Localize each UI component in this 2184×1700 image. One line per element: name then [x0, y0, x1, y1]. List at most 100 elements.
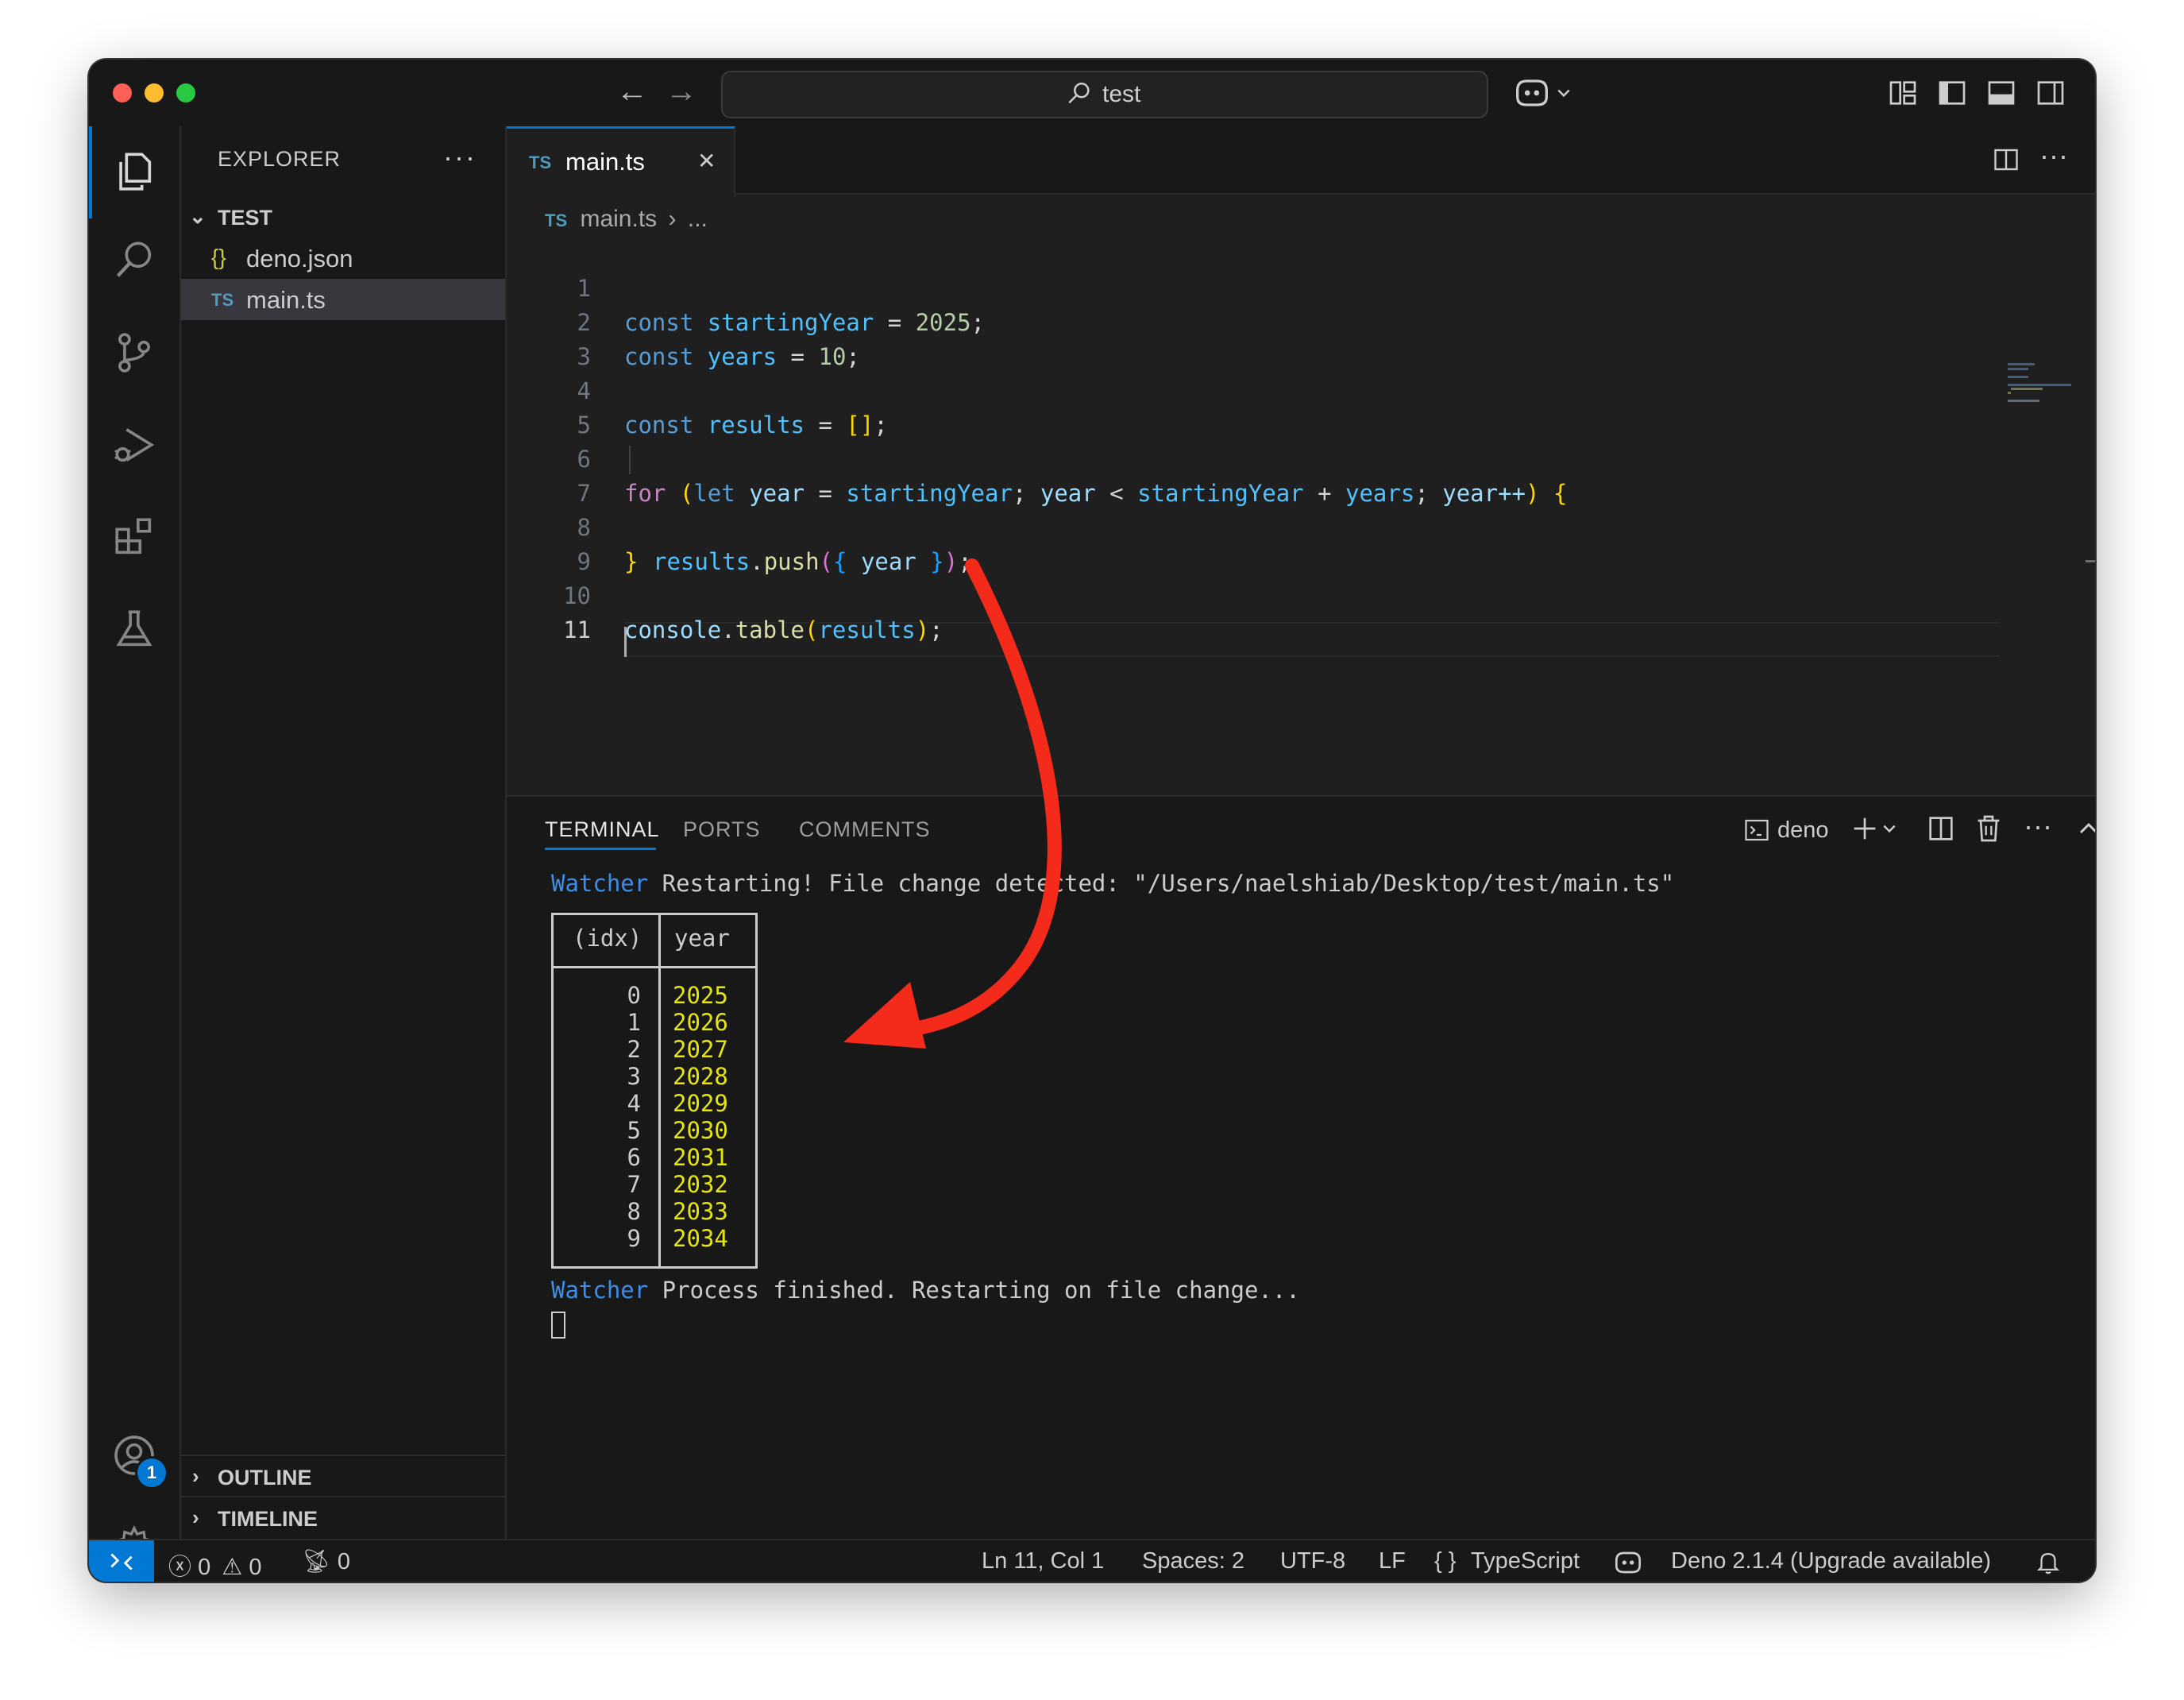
source-control-icon[interactable]	[111, 330, 157, 376]
chevron-down-icon[interactable]	[1555, 77, 1572, 109]
remote-indicator-button[interactable]	[89, 1540, 154, 1582]
typescript-file-icon: TS	[545, 211, 568, 230]
warning-icon: ⚠	[222, 1555, 243, 1580]
breadcrumb: TS main.ts › ...	[545, 206, 708, 233]
search-icon[interactable]	[111, 238, 157, 284]
typescript-file-icon: TS	[529, 153, 552, 172]
explorer-sidebar: EXPLORER ··· ⌄ TEST {} deno.json TS main…	[181, 126, 507, 1539]
code-line: 1 const startingYear = 2025;	[507, 238, 2000, 336]
active-indicator	[89, 126, 92, 218]
table-cell-year: 2032	[673, 1171, 728, 1198]
zoom-window-button[interactable]	[176, 83, 195, 102]
code-line: 4 const results = [];	[507, 340, 2000, 439]
table-cell-idx: 3	[627, 1063, 641, 1090]
code-line: 2 const years = 10;	[507, 272, 2000, 370]
panel-more-icon[interactable]: ···	[2024, 809, 2052, 843]
testing-icon[interactable]	[111, 606, 157, 652]
chevron-down-icon[interactable]	[1881, 813, 1898, 844]
outline-label: OUTLINE	[218, 1466, 312, 1489]
table-cell-year: 2031	[673, 1144, 728, 1171]
language-braces-icon: { }	[1434, 1548, 1457, 1574]
typescript-file-icon: TS	[211, 290, 234, 310]
table-cell-idx: 2	[627, 1036, 641, 1063]
breadcrumb-symbol[interactable]: ...	[688, 206, 708, 232]
sidebar-title: EXPLORER	[218, 147, 341, 171]
end-of-line[interactable]: LF	[1379, 1548, 1406, 1574]
problems-indicator[interactable]: ⓧ 0 ⚠ 0	[168, 1548, 261, 1582]
file-label: main.ts	[246, 286, 326, 314]
close-window-button[interactable]	[113, 83, 132, 102]
arrow-right-icon[interactable]: →	[666, 74, 697, 109]
new-terminal-icon[interactable]	[1849, 813, 1881, 844]
table-cell-year: 2026	[673, 1009, 728, 1036]
outline-section[interactable]: › OUTLINE	[181, 1455, 505, 1497]
tab-comments[interactable]: COMMENTS	[799, 817, 931, 842]
minimap[interactable]	[2000, 193, 2095, 795]
folder-test[interactable]: ⌄ TEST	[181, 199, 505, 236]
accounts-icon[interactable]: 1	[111, 1432, 168, 1489]
maximize-panel-chevron-up-icon[interactable]	[2073, 813, 2095, 844]
extensions-icon[interactable]	[111, 514, 157, 560]
finish-message: Process finished. Restarting on file cha…	[648, 1277, 1300, 1304]
sidebar-more-icon[interactable]: ···	[443, 141, 477, 174]
terminal-shell-label[interactable]: deno	[1777, 817, 1829, 844]
editor-more-icon[interactable]: ···	[2039, 139, 2068, 172]
tab-ports[interactable]: PORTS	[683, 817, 761, 842]
customize-layout-icon[interactable]	[1887, 77, 1919, 109]
code-line: 6 for (let year = startingYear; year < s…	[507, 408, 2000, 507]
encoding[interactable]: UTF-8	[1280, 1548, 1345, 1574]
code-line: 5	[507, 374, 2000, 439]
active-tab-underline	[545, 848, 656, 850]
watcher-label: Watcher	[551, 1277, 649, 1304]
command-center-search[interactable]: test	[721, 71, 1488, 118]
code-line: 10 console.table(results);	[507, 545, 2000, 643]
terminal-line-restart: Watcher Restarting! File change detected…	[551, 870, 1674, 897]
table-cell-idx: 4	[627, 1090, 641, 1117]
file-label: deno.json	[246, 245, 353, 272]
terminal-line-finished: Watcher Process finished. Restarting on …	[551, 1277, 1300, 1304]
file-main-ts[interactable]: TS main.ts	[181, 279, 505, 320]
toggle-secondary-sidebar-icon[interactable]	[2035, 77, 2066, 109]
code-line: 3	[507, 306, 2000, 370]
tab-label: main.ts	[565, 148, 645, 176]
split-terminal-icon[interactable]	[1925, 813, 1957, 844]
tab-terminal[interactable]: TERMINAL	[545, 817, 660, 842]
trash-icon[interactable]	[1973, 813, 2005, 844]
close-icon[interactable]: ✕	[697, 148, 716, 174]
code-line: 9	[507, 511, 2000, 575]
table-cell-idx: 9	[627, 1225, 641, 1252]
timeline-section[interactable]: › TIMELINE	[181, 1496, 505, 1539]
table-cell-idx: 6	[627, 1144, 641, 1171]
search-text: test	[1102, 81, 1141, 107]
run-and-debug-icon[interactable]	[111, 422, 157, 468]
deno-status[interactable]: Deno 2.1.4 (Upgrade available)	[1671, 1548, 1991, 1574]
restart-message: Restarting! File change detected: "/User…	[648, 870, 1675, 897]
line-number: 11	[563, 616, 591, 643]
language-mode[interactable]: TypeScript	[1471, 1548, 1580, 1574]
bell-icon[interactable]	[2035, 1548, 2062, 1575]
warning-count: 0	[249, 1555, 262, 1580]
split-editor-icon[interactable]	[1992, 145, 2020, 174]
editor-group: TS main.ts ✕ ··· TS main.ts › ... 1 cons…	[507, 126, 2095, 795]
file-deno-json[interactable]: {} deno.json	[181, 238, 505, 279]
ports-indicator[interactable]: 📡︎ 0	[302, 1548, 350, 1575]
indentation[interactable]: Spaces: 2	[1142, 1548, 1244, 1574]
toggle-panel-icon[interactable]	[1985, 77, 2017, 109]
table-cell-idx: 1	[627, 1009, 641, 1036]
tab-main-ts[interactable]: TS main.ts ✕	[507, 126, 735, 197]
copilot-icon[interactable]	[1512, 77, 1552, 109]
chevron-right-icon: ›	[192, 1505, 199, 1529]
copilot-status-icon[interactable]	[1612, 1550, 1644, 1575]
terminal-panel: TERMINAL PORTS COMMENTS deno ··· Watcher…	[507, 795, 2095, 1540]
table-cell-year: 2033	[673, 1198, 728, 1225]
error-icon: ⓧ	[168, 1555, 192, 1580]
arrow-left-icon[interactable]: ←	[616, 74, 648, 109]
terminal-cursor	[551, 1312, 565, 1339]
toggle-primary-sidebar-icon[interactable]	[1936, 77, 1968, 109]
chevron-right-icon: ›	[192, 1464, 199, 1488]
cursor-position[interactable]: Ln 11, Col 1	[982, 1548, 1104, 1574]
explorer-icon[interactable]	[111, 149, 157, 195]
chevron-down-icon: ⌄	[189, 204, 206, 228]
breadcrumb-file[interactable]: main.ts	[580, 206, 657, 232]
minimize-window-button[interactable]	[145, 83, 164, 102]
